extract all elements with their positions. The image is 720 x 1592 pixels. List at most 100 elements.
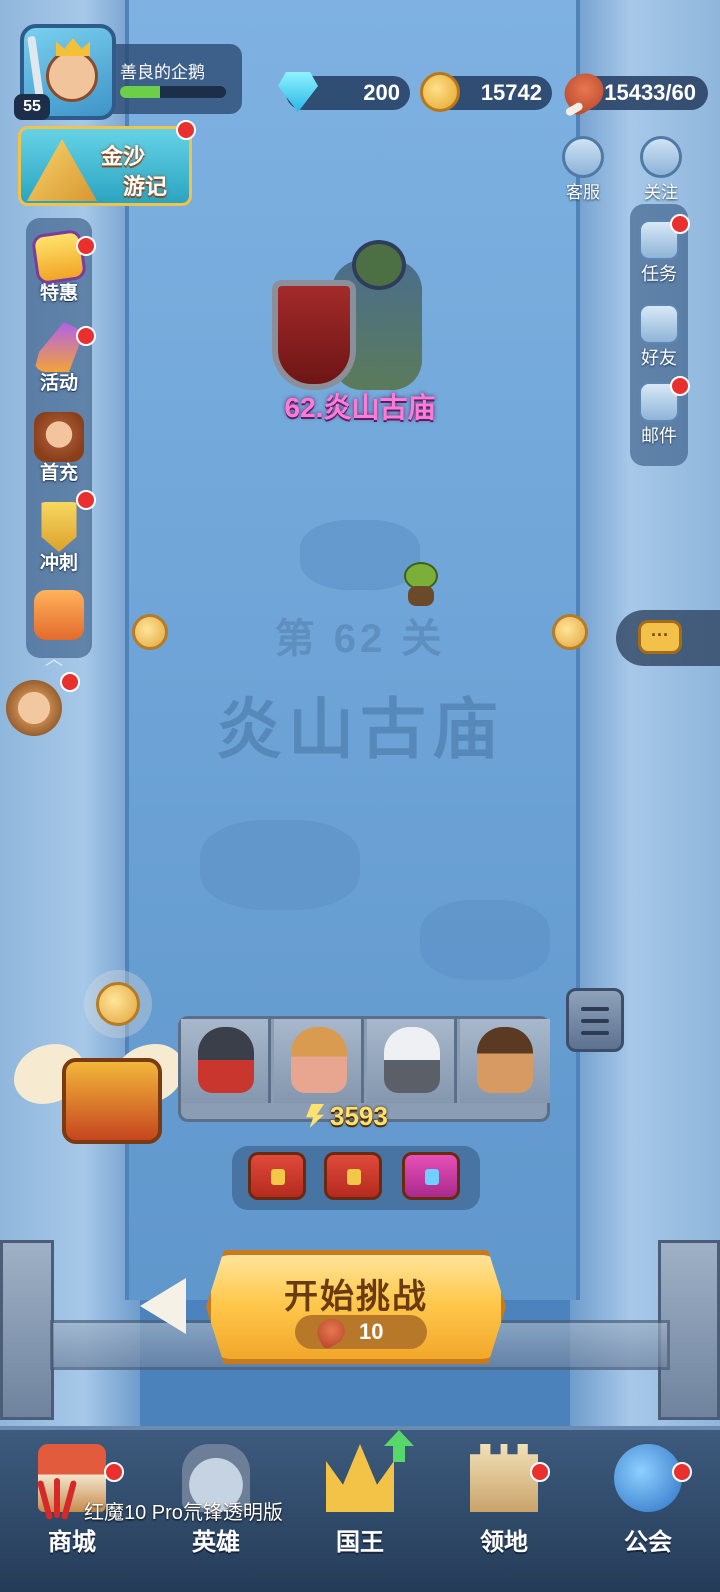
follow-button[interactable]: 关注 — [636, 136, 686, 203]
team-power: 3593 — [300, 1100, 420, 1132]
gold-coin-icon — [420, 72, 460, 112]
nav-label: 商城 — [48, 1529, 96, 1556]
guild-notification-dot — [672, 1462, 692, 1482]
left-item-label: 冲刺 — [39, 553, 78, 574]
device-watermark: 红魔10 Pro氘锋透明版 — [84, 1502, 283, 1524]
hero-slot[interactable] — [367, 1019, 457, 1103]
companion-notification-dot — [60, 672, 80, 692]
sprint-trophy-icon — [41, 502, 77, 552]
boss-head — [352, 240, 406, 290]
player-xp-bar — [120, 86, 226, 98]
chat-bubble-icon: ··· — [638, 620, 682, 654]
floating-coin-right[interactable] — [552, 614, 588, 650]
gold-value: 15742 — [480, 80, 542, 105]
idle-reward-chest-button[interactable] — [14, 1030, 184, 1148]
chest-lock-icon — [271, 1169, 285, 1185]
sprint-notification-dot — [76, 490, 96, 510]
territory-castle-icon — [470, 1444, 538, 1512]
left-item-sprint[interactable]: 冲刺 — [26, 502, 92, 575]
crown-box-icon — [34, 590, 84, 640]
star-icon — [640, 136, 682, 178]
guild-planet-icon — [614, 1444, 682, 1512]
swordsman-hero-portrait — [384, 1027, 440, 1093]
task-notification-dot — [670, 214, 690, 234]
nav-label: 国王 — [336, 1529, 384, 1556]
chat-button[interactable]: ··· — [616, 610, 720, 666]
gem-value: 200 — [363, 80, 400, 105]
left-item-more[interactable] — [26, 590, 92, 640]
right-item-friends[interactable]: 好友 — [630, 304, 688, 370]
player-xp-fill — [120, 86, 161, 98]
crown-icon — [56, 38, 90, 56]
device-logo — [36, 1478, 78, 1524]
castle-tower-left — [0, 1240, 54, 1420]
stamina-cost-value: 10 — [359, 1319, 384, 1344]
stage-number-text: 第 62 关 — [274, 617, 446, 661]
ground-crack — [420, 900, 550, 980]
stage-boss-orc[interactable] — [262, 240, 442, 400]
bear-hero-portrait — [291, 1027, 347, 1093]
gold-counter[interactable]: 15742 — [420, 72, 552, 112]
hero-slot[interactable] — [181, 1019, 271, 1103]
reward-chest-purple[interactable] — [402, 1152, 460, 1200]
reward-chest-red[interactable] — [324, 1152, 382, 1200]
right-menu-column: 任务 好友 邮件 — [630, 204, 688, 466]
lineup-menu-button[interactable] — [566, 988, 624, 1052]
territory-notification-dot — [530, 1462, 550, 1482]
ground-crack — [200, 820, 360, 910]
stamina-counter[interactable]: 15433/60 — [557, 66, 708, 118]
stage-name-text: 炎山古庙 — [216, 692, 504, 766]
king-crown-icon — [326, 1444, 394, 1512]
shop-notification-dot — [104, 1462, 124, 1482]
floating-coin-left[interactable] — [132, 614, 168, 650]
start-challenge-button[interactable]: 开始挑战 10 — [206, 1250, 506, 1364]
start-challenge-label: 开始挑战 — [284, 1278, 428, 1316]
nav-label: 领地 — [480, 1529, 528, 1556]
nav-label: 公会 — [624, 1529, 672, 1556]
left-menu-column: 特惠 活动 首充 冲刺 — [26, 218, 92, 658]
lightning-hero-portrait — [477, 1027, 533, 1093]
menu-line — [581, 1031, 609, 1035]
menu-line — [581, 1007, 609, 1011]
left-item-label: 首充 — [39, 463, 78, 484]
headset-icon — [562, 136, 604, 178]
chest-lock-icon — [347, 1169, 361, 1185]
goblin-body — [408, 586, 434, 606]
event-notification-dot — [176, 120, 196, 140]
gem-counter[interactable]: 200 — [278, 72, 410, 112]
reward-chest-red[interactable] — [248, 1152, 306, 1200]
meat-stamina-icon — [312, 1313, 350, 1351]
activity-icon — [34, 322, 84, 372]
friends-icon — [639, 304, 679, 344]
treasure-chest-icon — [62, 1058, 162, 1144]
collapse-chevron-up-icon[interactable]: ︿ — [44, 650, 64, 668]
goblin-enemy — [396, 560, 444, 608]
stamina-value: 15433/60 — [604, 80, 696, 105]
customer-service-label: 客服 — [566, 183, 600, 202]
idle-coin-bubble[interactable] — [84, 970, 152, 1038]
hero-slot[interactable] — [460, 1019, 550, 1103]
nav-label: 英雄 — [192, 1529, 240, 1556]
customer-service-button[interactable]: 客服 — [558, 136, 608, 203]
stamina-cost: 10 — [295, 1313, 427, 1351]
special-offer-notification-dot — [76, 236, 96, 256]
activity-notification-dot — [76, 326, 96, 346]
companion-avatar-button[interactable] — [6, 680, 62, 736]
event-title-line2: 游记 — [123, 174, 168, 199]
menu-line — [581, 1019, 609, 1023]
right-item-label: 好友 — [641, 348, 677, 368]
hero-face-icon — [46, 50, 98, 102]
reward-chest-row — [232, 1146, 480, 1210]
previous-stage-arrow-icon[interactable] — [140, 1278, 186, 1334]
nav-guild[interactable]: 公会 — [576, 1430, 720, 1592]
player-name: 善良的企鹅 — [120, 63, 205, 82]
nav-king[interactable]: 国王 — [288, 1430, 432, 1592]
pyramid-icon — [27, 139, 97, 201]
hero-slot[interactable] — [274, 1019, 364, 1103]
gold-coin-icon — [96, 982, 140, 1026]
player-level-badge: 55 — [14, 94, 50, 120]
nav-territory[interactable]: 领地 — [432, 1430, 576, 1592]
chest-gem-icon — [425, 1169, 439, 1185]
event-banner[interactable]: 金沙 游记 — [18, 126, 192, 206]
wolf-hero-portrait — [198, 1027, 254, 1093]
